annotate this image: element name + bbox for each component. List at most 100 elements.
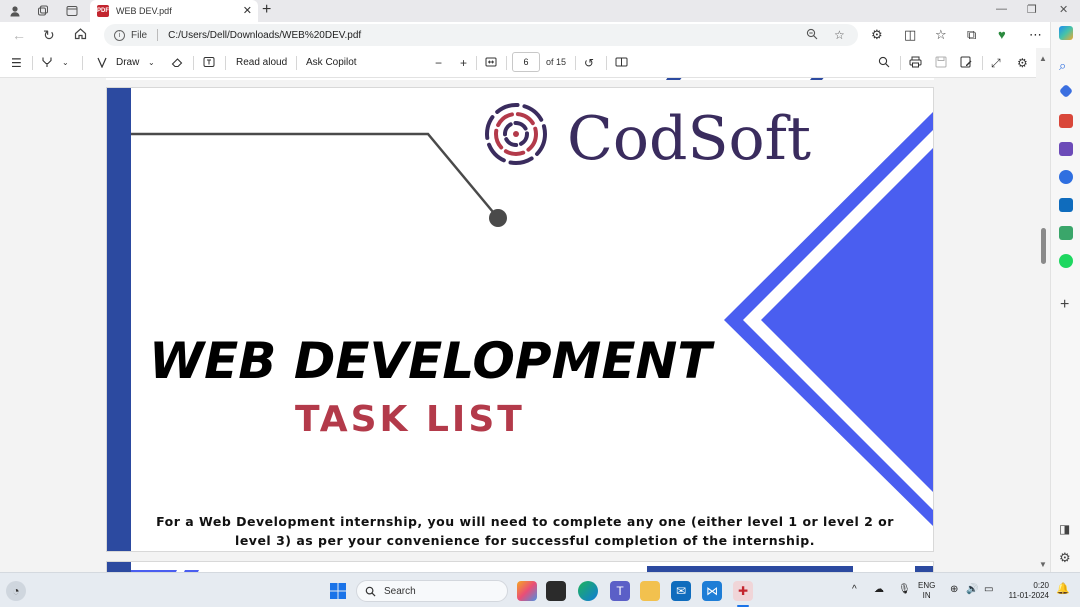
spotify-icon[interactable] [1059,254,1073,268]
minimize-icon[interactable]: — [996,3,1007,15]
zoom-in-icon[interactable]: + [460,56,467,70]
widgets-icon[interactable]: ◔ [6,581,26,601]
save-icon[interactable] [935,56,947,71]
mail-icon[interactable]: ✉ [671,581,691,601]
search-sidebar-icon[interactable]: ⌕ [1059,58,1073,73]
draw-dropdown-icon[interactable]: ⌄ [148,58,155,67]
favorites-icon[interactable]: ☆ [935,27,947,43]
highlight-icon[interactable] [41,56,53,71]
sidebar-settings-icon[interactable]: ⚙ [1059,550,1073,565]
toolbar-divider [900,56,901,70]
pdf-viewer[interactable]: CodSoft WEB DEVELOPMENT TASK LIST For a … [0,78,1050,572]
toolbar-divider [296,56,297,70]
close-tab-icon[interactable]: ✕ [243,4,252,17]
split-screen-icon[interactable]: ◫ [904,27,916,43]
region-code: IN [922,591,931,600]
collections-icon[interactable]: ⧉ [967,27,976,43]
settings-more-icon[interactable]: ⋯ [1029,27,1042,43]
toolbar-divider [506,56,507,70]
window-close-icon[interactable]: ✕ [1059,3,1068,16]
toolbar-divider [982,56,983,70]
clock-time: 0:20 [1033,581,1049,590]
rotate-icon[interactable]: ↺ [584,56,594,70]
url-text[interactable]: C:/Users/Dell/Downloads/WEB%20DEV.pdf [168,30,361,41]
file-explorer-icon[interactable] [640,581,660,601]
microsoft-365-icon[interactable] [1059,170,1073,184]
internship-note: For a Web Development internship, you wi… [135,512,915,550]
scrollbar-thumb[interactable] [1041,228,1046,264]
read-aloud-button[interactable]: Read aloud [236,57,287,68]
draw-button[interactable]: Draw [116,57,139,68]
volume-icon[interactable]: 🔊 [966,585,978,595]
copilot-icon[interactable] [1059,26,1073,40]
codsoft-logo-text: CodSoft [567,104,811,174]
tools-icon[interactable] [1059,114,1073,128]
eraser-icon[interactable] [171,56,183,71]
onedrive-icon[interactable]: ☁ [874,585,884,595]
browser-essentials-icon[interactable]: ♥ [998,27,1006,42]
new-tab-button[interactable]: + [262,1,271,19]
print-icon[interactable] [909,56,922,71]
vertical-scrollbar[interactable]: ▲ ▼ [1036,48,1050,572]
toolbar-divider [225,56,226,70]
shopping-icon[interactable] [1058,83,1074,99]
games-icon[interactable] [1059,142,1073,156]
scroll-down-icon[interactable]: ▼ [1039,560,1047,569]
pdf-toolbar: ☰ ⌄ Draw ⌄ Read aloud Ask Copilot − + 6 … [0,48,1050,78]
ask-copilot-button[interactable]: Ask Copilot [306,57,357,68]
pdf-settings-icon[interactable]: ⚙ [1017,56,1028,70]
zoom-icon[interactable] [806,28,818,43]
taskbar-search[interactable]: Search [356,580,508,602]
edge-icon[interactable] [578,581,598,601]
outlook-icon[interactable] [1059,198,1073,212]
hide-sidebar-icon[interactable]: ◨ [1059,522,1073,536]
fit-page-icon[interactable] [485,56,497,71]
text-box-icon[interactable] [203,56,215,71]
site-info-icon[interactable]: i [114,29,125,41]
contents-list-icon[interactable]: ☰ [11,56,22,70]
teams-icon[interactable]: T [610,581,630,601]
scroll-up-icon[interactable]: ▲ [1039,54,1047,63]
address-bar[interactable]: i File C:/Users/Dell/Downloads/WEB%20DEV… [104,24,858,46]
document-headline: WEB DEVELOPMENT [149,332,712,390]
battery-icon[interactable]: ▭ [984,585,993,595]
back-icon[interactable]: ← [12,27,26,43]
vscode-icon[interactable]: ⋈ [702,581,722,601]
refresh-icon[interactable]: ↻ [43,27,55,44]
profile-icon[interactable] [7,3,23,19]
language-indicator[interactable]: ENG IN [918,581,935,601]
page-view-icon[interactable] [615,56,628,71]
fullscreen-icon[interactable]: ⤢ [991,56,1001,71]
draw-icon[interactable] [96,56,108,71]
toolbar-divider [32,56,33,70]
workspaces-icon[interactable] [35,3,51,19]
show-hidden-icons-icon[interactable]: ^ [852,585,857,595]
zoom-out-icon[interactable]: − [435,56,442,70]
microphone-icon[interactable]: 🎙 [898,585,911,595]
toolbar-divider [575,56,576,70]
search-label: Search [384,585,416,597]
restore-icon[interactable]: ❐ [1027,3,1037,16]
clock[interactable]: 0:20 11-01-2024 [1003,581,1049,601]
toolbar-divider [606,56,607,70]
favorite-star-icon[interactable]: ☆ [834,28,845,42]
find-icon[interactable] [878,56,890,71]
task-view-icon[interactable] [546,581,566,601]
edge-sidebar: ⌕ + ◨ ⚙ [1050,22,1080,572]
tab-actions-icon[interactable] [64,3,80,19]
network-icon[interactable]: ⊕ [950,585,958,595]
edge-pdf-app-icon[interactable]: ✚ [733,581,753,601]
windows-taskbar: ◔ Search T ✉ ⋈ ✚ ^ ☁ 🎙 ENG IN ⊕ 🔊 ▭ 0:20… [0,572,1080,607]
start-icon[interactable] [328,581,348,601]
extensions-icon[interactable]: ⚙ [871,27,883,43]
copilot-taskbar-icon[interactable] [517,581,537,601]
designer-icon[interactable] [1059,226,1073,240]
home-icon[interactable] [74,27,87,43]
highlight-dropdown-icon[interactable]: ⌄ [62,58,69,67]
add-sidebar-app-icon[interactable]: + [1060,296,1074,313]
scheme-label: File [131,29,148,41]
page-number-input[interactable]: 6 [512,52,540,72]
tab-web-dev-pdf[interactable]: PDF WEB DEV.pdf ✕ [90,0,258,22]
notifications-icon[interactable]: 🔔 [1056,584,1070,595]
save-as-icon[interactable] [960,56,972,71]
